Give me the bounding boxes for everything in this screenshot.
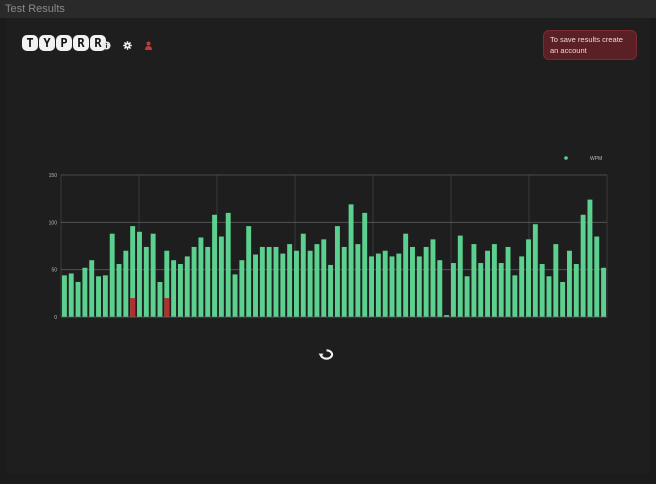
wpm-bar [191, 246, 197, 317]
wpm-bar [89, 260, 95, 317]
wpm-bar [102, 275, 108, 317]
wpm-bar [553, 244, 559, 317]
wpm-bar [171, 260, 177, 317]
wpm-bar [82, 267, 88, 317]
wpm-bar [218, 236, 224, 317]
legend-marker [564, 156, 568, 160]
wpm-bar [546, 276, 552, 317]
y-tick-label: 150 [49, 173, 58, 179]
wpm-bar [416, 256, 422, 317]
wpm-bar [526, 239, 531, 317]
wpm-bar [457, 235, 463, 317]
wpm-bar [198, 237, 204, 317]
wpm-bar [109, 233, 115, 317]
wpm-bar [75, 281, 81, 317]
error-bar [164, 298, 170, 317]
wpm-bar [177, 263, 183, 317]
wpm-bar [294, 250, 299, 317]
wpm-bar [519, 256, 525, 317]
wpm-bar [143, 246, 149, 317]
wpm-bar [532, 224, 538, 317]
restart-icon[interactable] [318, 348, 335, 361]
error-bar [130, 298, 136, 317]
wpm-bar [96, 276, 101, 317]
wpm-bar [567, 250, 572, 317]
wpm-bar [314, 244, 320, 317]
wpm-chart: 0 50 100 150 WPM [49, 156, 608, 321]
wpm-bar [389, 256, 395, 317]
wpm-bar [450, 263, 456, 317]
wpm-bar [328, 264, 334, 317]
wpm-bar [253, 254, 258, 317]
wpm-bar [212, 214, 218, 317]
wpm-bar [355, 244, 361, 317]
legend-label: WPM [590, 156, 602, 162]
y-tick-label: 100 [49, 220, 58, 226]
y-tick-label: 0 [54, 315, 57, 321]
wpm-bar [150, 233, 156, 317]
wpm-bar [205, 246, 211, 317]
wpm-bar [232, 274, 238, 317]
wpm-bar [273, 246, 279, 317]
wpm-bar [246, 226, 252, 317]
wpm-bar [430, 239, 436, 317]
wpm-bar [239, 260, 245, 317]
wpm-bar [375, 253, 381, 317]
wpm-bar [539, 263, 545, 317]
wpm-bar [580, 214, 586, 317]
wpm-bar [512, 275, 518, 317]
wpm-bar [560, 281, 566, 317]
y-tick-label: 50 [51, 268, 57, 274]
wpm-bar [280, 253, 286, 317]
wpm-bar [68, 273, 74, 317]
wpm-bar [478, 263, 484, 317]
wpm-bar [266, 246, 272, 317]
wpm-bar [410, 246, 415, 317]
wpm-bar [157, 281, 163, 317]
wpm-bar [498, 263, 504, 317]
wpm-bar [573, 263, 579, 317]
wpm-bar [341, 246, 347, 317]
wpm-bar [369, 256, 374, 317]
wpm-bar [505, 246, 511, 317]
wpm-bar [348, 204, 354, 317]
wpm-bar [321, 239, 327, 317]
wpm-bar [491, 244, 497, 317]
wpm-bar [287, 244, 293, 317]
wpm-bar [437, 260, 443, 317]
wpm-bar [403, 233, 409, 317]
wpm-bar [334, 226, 340, 317]
wpm-bar [225, 212, 231, 317]
wpm-bar [464, 276, 470, 317]
wpm-bar [61, 275, 67, 317]
wpm-bar [137, 231, 142, 317]
wpm-bar [362, 212, 368, 317]
wpm-bar [307, 250, 313, 317]
wpm-bar [601, 267, 607, 317]
wpm-bar [123, 250, 129, 317]
wpm-bar [396, 253, 402, 317]
wpm-bar [259, 246, 265, 317]
wpm-bar [300, 233, 306, 317]
wpm-bar [587, 199, 593, 317]
wpm-bar [594, 236, 600, 317]
wpm-bar [382, 250, 388, 317]
wpm-bar [471, 244, 477, 317]
wpm-bar [184, 256, 190, 317]
wpm-bar [485, 250, 491, 317]
wpm-bar [423, 246, 429, 317]
wpm-bar [116, 263, 122, 317]
